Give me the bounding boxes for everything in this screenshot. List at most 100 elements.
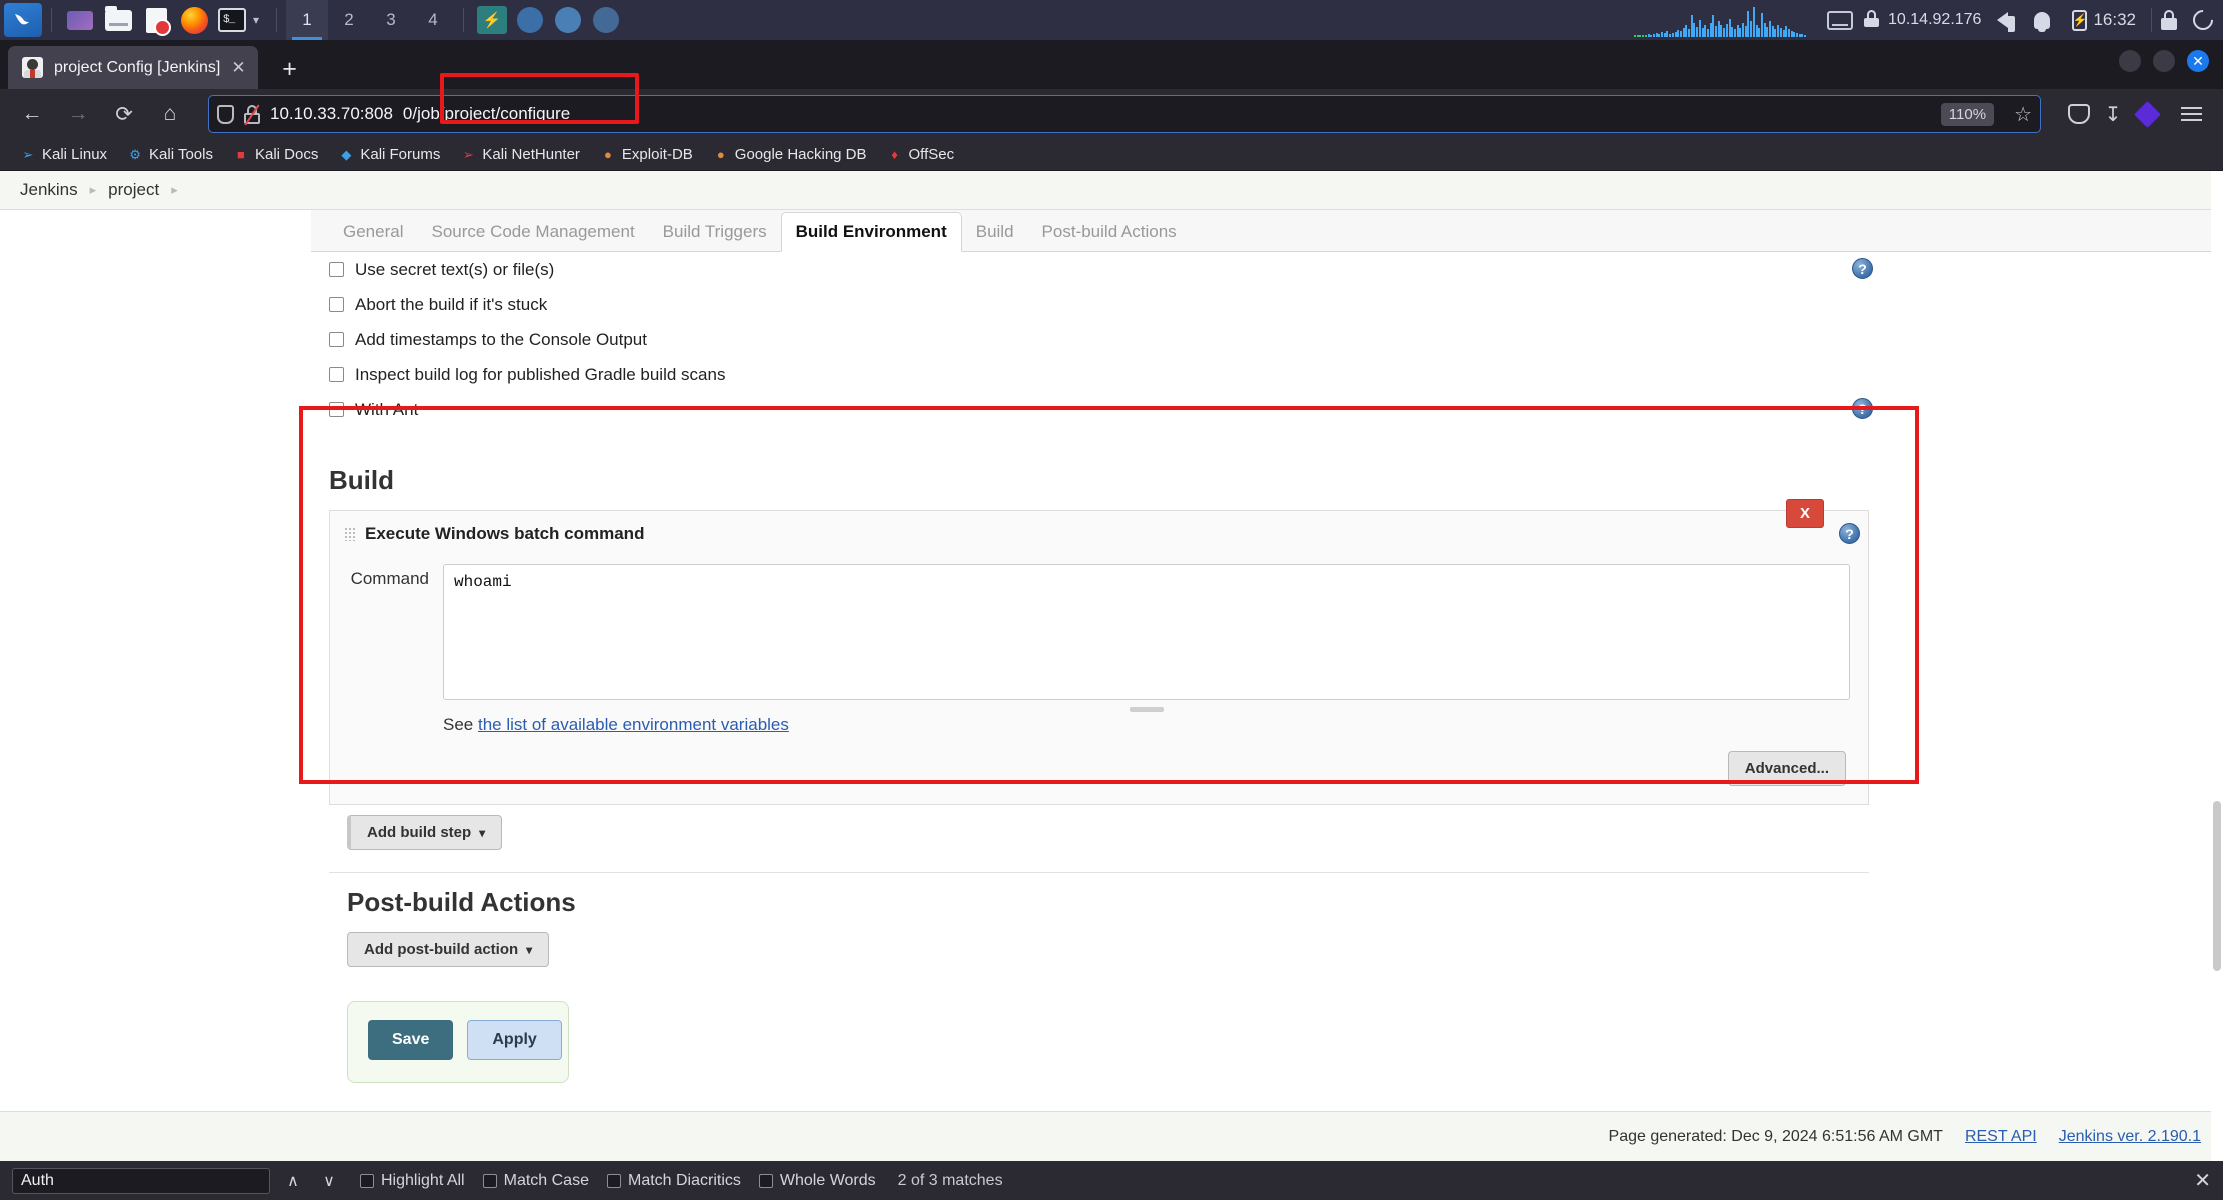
textarea-resize-handle[interactable] (1130, 707, 1164, 712)
bookmark-kali-docs[interactable]: ■Kali Docs (225, 143, 326, 166)
delete-build-step-button[interactable]: X (1786, 499, 1824, 528)
firefox-button[interactable] (177, 3, 211, 37)
advanced-button[interactable]: Advanced... (1728, 751, 1846, 786)
checkbox-abort-build-stuck[interactable] (329, 297, 344, 312)
find-bar: Auth ∧ ∨ Highlight All Match Case Match … (0, 1161, 2223, 1200)
tab-build-triggers[interactable]: Build Triggers (649, 213, 781, 251)
app-menu-button[interactable] (2171, 95, 2211, 133)
workspace-2[interactable]: 2 (328, 0, 370, 40)
new-tab-button[interactable]: + (270, 49, 310, 89)
apply-button[interactable]: Apply (467, 1020, 561, 1060)
home-button[interactable]: ⌂ (150, 95, 190, 133)
checkbox-match-diacritics[interactable] (607, 1174, 621, 1188)
add-post-build-action-button[interactable]: Add post-build action▾ (347, 932, 549, 967)
checkbox-use-secret-text[interactable] (329, 262, 344, 277)
browser-window-1[interactable] (513, 3, 547, 37)
downloads-button[interactable]: ↧ (2103, 104, 2123, 124)
display-switch-button[interactable] (63, 3, 97, 37)
find-close-icon[interactable]: ✕ (2194, 1168, 2211, 1193)
build-section: Build Execute Windows batch command X ? … (311, 445, 1891, 1083)
maximize-button[interactable] (2153, 50, 2175, 72)
scrollbar-thumb[interactable] (2213, 801, 2221, 971)
zoom-level-badge[interactable]: 110% (1941, 103, 1994, 126)
bookmark-offsec[interactable]: ♦OffSec (879, 143, 963, 166)
command-textarea[interactable] (443, 564, 1850, 700)
bookmark-google-hacking-db[interactable]: ●Google Hacking DB (705, 143, 875, 166)
bookmark-exploit-db[interactable]: ●Exploit-DB (592, 143, 701, 166)
browser-window-3[interactable] (589, 3, 623, 37)
flash-app-button[interactable]: ⚡ (475, 3, 509, 37)
close-window-button[interactable]: ✕ (2187, 50, 2209, 72)
find-option-whole-words[interactable]: Whole Words (759, 1172, 876, 1190)
find-option-label: Match Diacritics (628, 1172, 741, 1190)
env-vars-link[interactable]: the list of available environment variab… (478, 715, 789, 734)
tab-post-build-actions[interactable]: Post-build Actions (1028, 213, 1191, 251)
tab-build[interactable]: Build (962, 213, 1028, 251)
checkbox-add-timestamps[interactable] (329, 332, 344, 347)
chevron-down-icon[interactable]: ▾ (253, 13, 259, 27)
find-input[interactable]: Auth (12, 1168, 270, 1194)
bookmark-star-icon[interactable]: ☆ (2014, 102, 2032, 127)
address-bar[interactable]: 10.10.33.70:8080/job/project/configure 1… (208, 95, 2041, 133)
account-button[interactable] (2127, 95, 2167, 133)
forward-button[interactable]: → (58, 95, 98, 133)
checkbox-highlight-all[interactable] (360, 1174, 374, 1188)
breadcrumb-project[interactable]: project (108, 180, 159, 200)
tab-close-icon[interactable]: ✕ (231, 59, 245, 76)
browser-window-2[interactable] (551, 3, 585, 37)
notifications-bell-icon[interactable] (2034, 12, 2050, 29)
back-button[interactable]: ← (12, 95, 52, 133)
workspace-1[interactable]: 1 (286, 0, 328, 40)
page-scrollbar[interactable] (2211, 171, 2223, 1161)
file-manager-button[interactable] (101, 3, 135, 37)
find-option-match-case[interactable]: Match Case (483, 1172, 589, 1190)
save-button[interactable]: Save (368, 1020, 453, 1060)
option-add-timestamps[interactable]: Add timestamps to the Console Output (311, 322, 1891, 357)
option-use-secret-text[interactable]: Use secret text(s) or file(s) (311, 252, 1891, 287)
battery-icon[interactable]: ⚡ (2072, 10, 2087, 31)
shield-icon[interactable] (217, 105, 234, 124)
checkbox-with-ant[interactable] (329, 402, 344, 417)
checkbox-inspect-gradle[interactable] (329, 367, 344, 382)
bookmark-kali-forums[interactable]: ◆Kali Forums (330, 143, 448, 166)
bookmark-kali-linux[interactable]: ➢Kali Linux (12, 143, 115, 166)
bookmark-kali-nethunter[interactable]: ➢Kali NetHunter (452, 143, 588, 166)
tab-build-environment[interactable]: Build Environment (781, 212, 962, 252)
bookmark-label: Kali NetHunter (482, 146, 580, 163)
tab-general[interactable]: General (329, 213, 417, 251)
text-editor-button[interactable] (139, 3, 173, 37)
help-icon-with-ant[interactable]: ? (1852, 398, 1873, 419)
find-option-match-diacritics[interactable]: Match Diacritics (607, 1172, 741, 1190)
workspace-3[interactable]: 3 (370, 0, 412, 40)
reload-button[interactable]: ⟳ (104, 95, 144, 133)
network-icon[interactable] (1827, 11, 1853, 30)
drag-handle-icon[interactable] (344, 527, 355, 541)
lock-screen-icon[interactable] (2161, 10, 2177, 30)
find-option-highlight-all[interactable]: Highlight All (360, 1172, 465, 1190)
add-build-step-button[interactable]: Add build step▾ (347, 815, 502, 850)
option-inspect-gradle[interactable]: Inspect build log for published Gradle b… (311, 357, 1891, 392)
browser-tab-jenkins[interactable]: project Config [Jenkins] ✕ (8, 46, 258, 89)
workspace-4[interactable]: 4 (412, 0, 454, 40)
tab-source-code-management[interactable]: Source Code Management (417, 213, 648, 251)
option-with-ant[interactable]: With Ant (311, 392, 1891, 427)
rest-api-link[interactable]: REST API (1965, 1128, 2037, 1146)
checkbox-match-case[interactable] (483, 1174, 497, 1188)
find-previous-icon[interactable]: ∧ (280, 1168, 306, 1194)
insecure-connection-icon[interactable] (244, 105, 260, 124)
env-vars-hint: See the list of available environment va… (330, 705, 1868, 735)
volume-icon[interactable] (1997, 12, 2008, 28)
terminal-button[interactable]: $_ (215, 3, 249, 37)
help-icon-build-step[interactable]: ? (1839, 523, 1860, 544)
pocket-button[interactable] (2059, 95, 2099, 133)
help-icon-use-secret-text[interactable]: ? (1852, 258, 1873, 279)
option-abort-build-stuck[interactable]: Abort the build if it's stuck (311, 287, 1891, 322)
bookmark-kali-tools[interactable]: ⚙Kali Tools (119, 143, 221, 166)
breadcrumb-jenkins[interactable]: Jenkins (20, 180, 78, 200)
checkbox-whole-words[interactable] (759, 1174, 773, 1188)
jenkins-version-link[interactable]: Jenkins ver. 2.190.1 (2059, 1128, 2201, 1146)
find-next-icon[interactable]: ∨ (316, 1168, 342, 1194)
kali-menu-button[interactable] (4, 3, 42, 37)
minimize-button[interactable] (2119, 50, 2141, 72)
logout-icon[interactable] (2189, 6, 2217, 34)
